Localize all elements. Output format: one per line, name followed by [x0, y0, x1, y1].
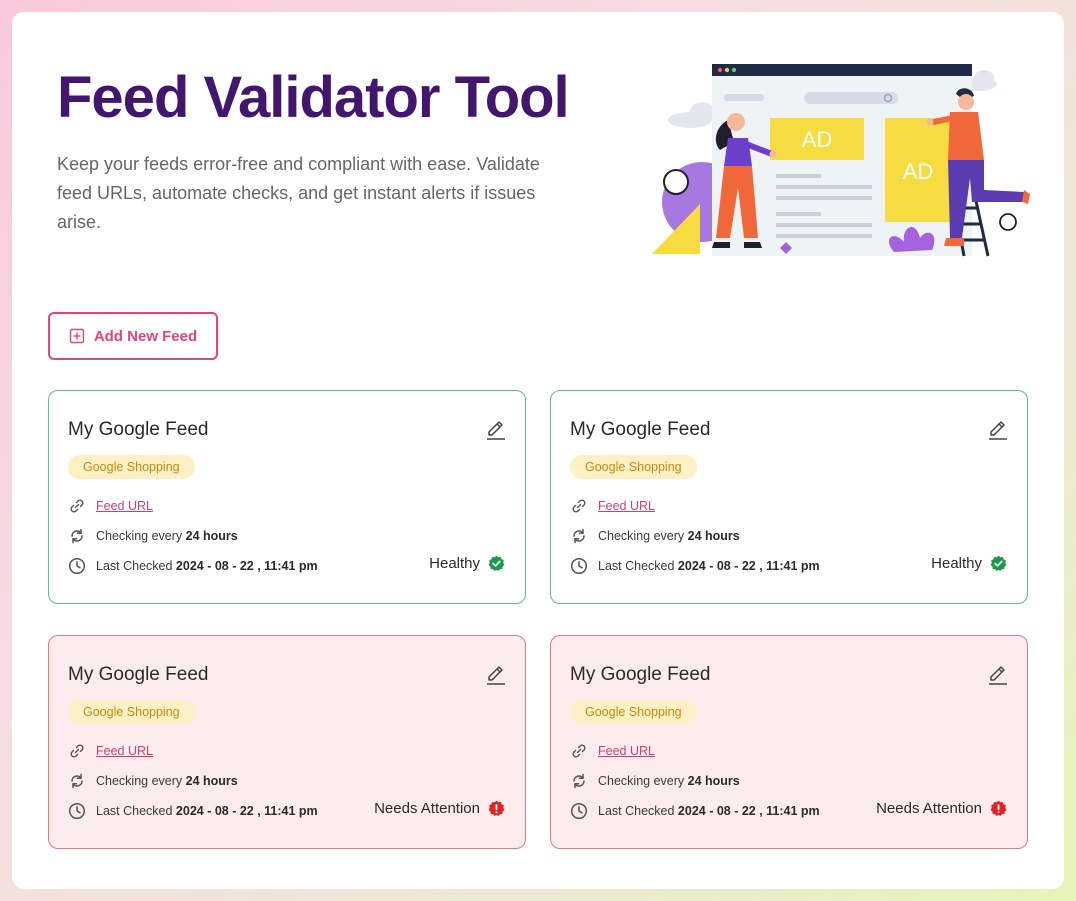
refresh-icon	[71, 773, 83, 789]
main-panel: Feed Validator Tool Keep your feeds erro…	[12, 12, 1064, 889]
link-icon	[572, 499, 586, 513]
refresh-icon	[71, 528, 83, 544]
add-new-feed-button[interactable]: Add New Feed	[48, 312, 218, 360]
feed-card: My Google Feed Google Shopping Feed URL …	[48, 390, 526, 604]
clock-icon	[570, 802, 588, 820]
status-label: Healthy	[429, 555, 480, 572]
check-interval: 24 hours	[687, 774, 740, 788]
hero-illustration: AD AD	[652, 64, 1030, 257]
feed-card: My Google Feed Google Shopping Feed URL …	[550, 390, 1028, 604]
edit-pencil-icon[interactable]	[987, 419, 1009, 441]
feed-url-row: Feed URL	[570, 742, 655, 760]
check-interval: 24 hours	[687, 529, 740, 543]
last-checked-prefix: Last Checked	[598, 804, 675, 818]
last-checked-row: Last Checked 2024 - 08 - 22 , 11:41 pm	[68, 802, 318, 820]
alert-badge-icon	[488, 800, 505, 816]
add-new-feed-label: Add New Feed	[93, 327, 198, 345]
status-label: Needs Attention	[876, 800, 982, 817]
link-icon	[70, 744, 84, 758]
edit-pencil-icon[interactable]	[987, 664, 1009, 686]
refresh-icon	[573, 528, 585, 544]
alert-badge-icon	[990, 800, 1007, 816]
last-checked-prefix: Last Checked	[96, 559, 173, 573]
feed-name: My Google Feed	[570, 664, 711, 685]
feed-url-link[interactable]: Feed URL	[598, 499, 655, 513]
check-interval-row: Checking every 24 hours	[68, 772, 238, 790]
last-checked-prefix: Last Checked	[96, 804, 173, 818]
status-indicator: Healthy	[931, 555, 1007, 572]
status-indicator: Needs Attention	[876, 800, 1007, 817]
status-indicator: Needs Attention	[374, 800, 505, 817]
last-checked-value: 2024 - 08 - 22 , 11:41 pm	[175, 804, 318, 818]
channel-badge: Google Shopping	[570, 455, 697, 479]
link-icon	[70, 499, 84, 513]
feed-url-row: Feed URL	[68, 497, 153, 515]
channel-badge: Google Shopping	[68, 455, 195, 479]
feed-name: My Google Feed	[570, 419, 711, 440]
link-icon	[572, 744, 586, 758]
clock-icon	[68, 557, 86, 575]
last-checked-value: 2024 - 08 - 22 , 11:41 pm	[677, 559, 820, 573]
last-checked-row: Last Checked 2024 - 08 - 22 , 11:41 pm	[570, 557, 820, 575]
channel-badge: Google Shopping	[68, 700, 195, 724]
check-badge-icon	[488, 555, 505, 571]
ad-label: AD	[802, 127, 833, 152]
last-checked-value: 2024 - 08 - 22 , 11:41 pm	[677, 804, 820, 818]
feed-card: My Google Feed Google Shopping Feed URL …	[48, 635, 526, 849]
checking-prefix: Checking every	[598, 774, 685, 788]
last-checked-row: Last Checked 2024 - 08 - 22 , 11:41 pm	[68, 557, 318, 575]
channel-badge: Google Shopping	[570, 700, 697, 724]
last-checked-prefix: Last Checked	[598, 559, 675, 573]
feed-url-row: Feed URL	[570, 497, 655, 515]
ad-label: AD	[903, 159, 934, 184]
status-indicator: Healthy	[429, 555, 505, 572]
checking-prefix: Checking every	[598, 529, 685, 543]
status-label: Needs Attention	[374, 800, 480, 817]
feed-url-link[interactable]: Feed URL	[96, 499, 153, 513]
feed-url-link[interactable]: Feed URL	[96, 744, 153, 758]
checking-prefix: Checking every	[96, 774, 183, 788]
check-badge-icon	[990, 555, 1007, 571]
status-label: Healthy	[931, 555, 982, 572]
check-interval: 24 hours	[185, 529, 238, 543]
clock-icon	[570, 557, 588, 575]
edit-pencil-icon[interactable]	[485, 664, 507, 686]
checking-prefix: Checking every	[96, 529, 183, 543]
feed-url-row: Feed URL	[68, 742, 153, 760]
feed-card: My Google Feed Google Shopping Feed URL …	[550, 635, 1028, 849]
check-interval: 24 hours	[185, 774, 238, 788]
check-interval-row: Checking every 24 hours	[570, 527, 740, 545]
page-title: Feed Validator Tool	[57, 65, 570, 130]
feed-name: My Google Feed	[68, 664, 209, 685]
feed-name: My Google Feed	[68, 419, 209, 440]
refresh-icon	[573, 773, 585, 789]
check-interval-row: Checking every 24 hours	[68, 527, 238, 545]
check-interval-row: Checking every 24 hours	[570, 772, 740, 790]
clock-icon	[68, 802, 86, 820]
last-checked-row: Last Checked 2024 - 08 - 22 , 11:41 pm	[570, 802, 820, 820]
page-subtitle: Keep your feeds error-free and compliant…	[57, 154, 540, 232]
last-checked-value: 2024 - 08 - 22 , 11:41 pm	[175, 559, 318, 573]
edit-pencil-icon[interactable]	[485, 419, 507, 441]
feed-url-link[interactable]: Feed URL	[598, 744, 655, 758]
plus-square-icon	[69, 328, 85, 344]
